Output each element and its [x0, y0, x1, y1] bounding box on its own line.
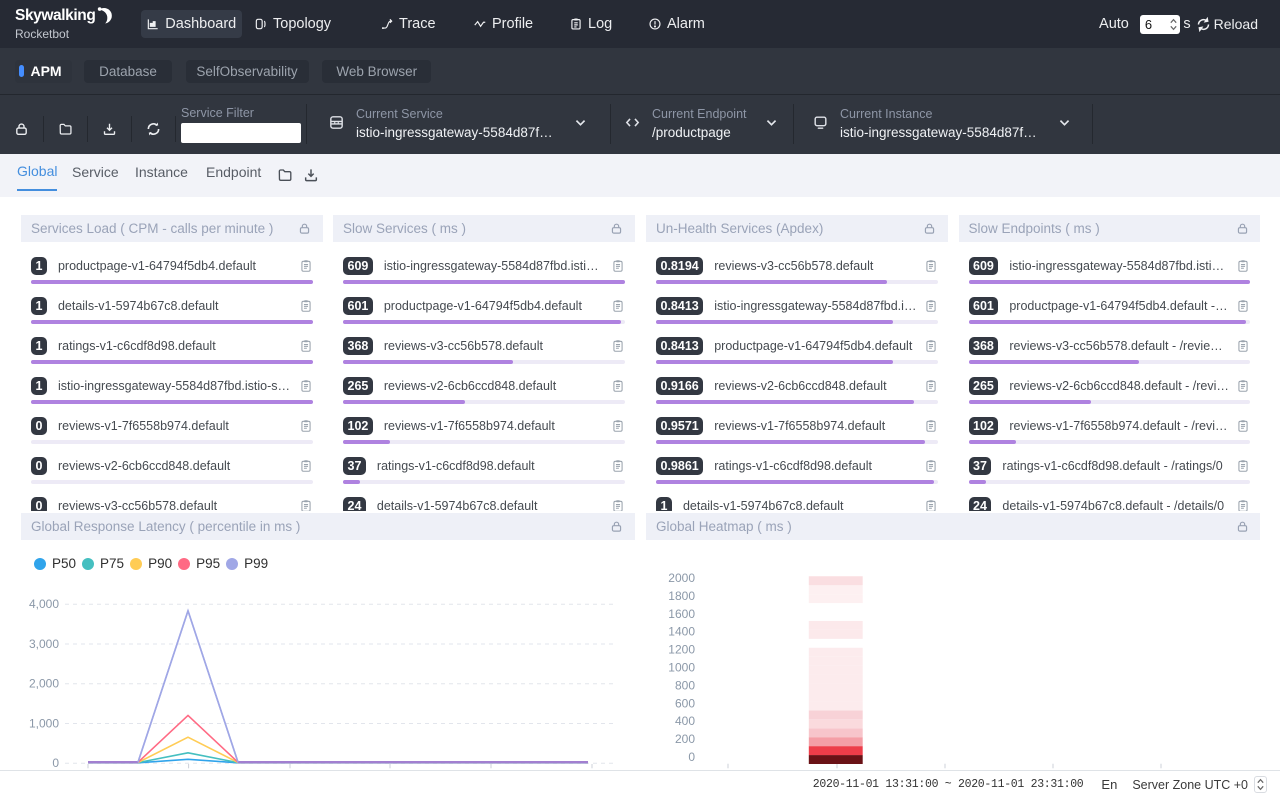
svg-text:200: 200 — [675, 732, 695, 746]
svg-text:400: 400 — [675, 714, 695, 728]
svg-text:0: 0 — [52, 756, 59, 770]
svg-text:600: 600 — [675, 696, 695, 710]
svg-text:800: 800 — [675, 678, 695, 692]
svg-text:1000: 1000 — [668, 661, 695, 675]
svg-text:4,000: 4,000 — [29, 597, 59, 611]
svg-text:1800: 1800 — [668, 589, 695, 603]
svg-text:0: 0 — [688, 750, 695, 764]
svg-text:2000: 2000 — [668, 571, 695, 585]
svg-text:1400: 1400 — [668, 625, 695, 639]
svg-text:1600: 1600 — [668, 607, 695, 621]
svg-text:2,000: 2,000 — [29, 677, 59, 691]
svg-text:1,000: 1,000 — [29, 717, 59, 731]
svg-text:3,000: 3,000 — [29, 637, 59, 651]
svg-text:1200: 1200 — [668, 643, 695, 657]
